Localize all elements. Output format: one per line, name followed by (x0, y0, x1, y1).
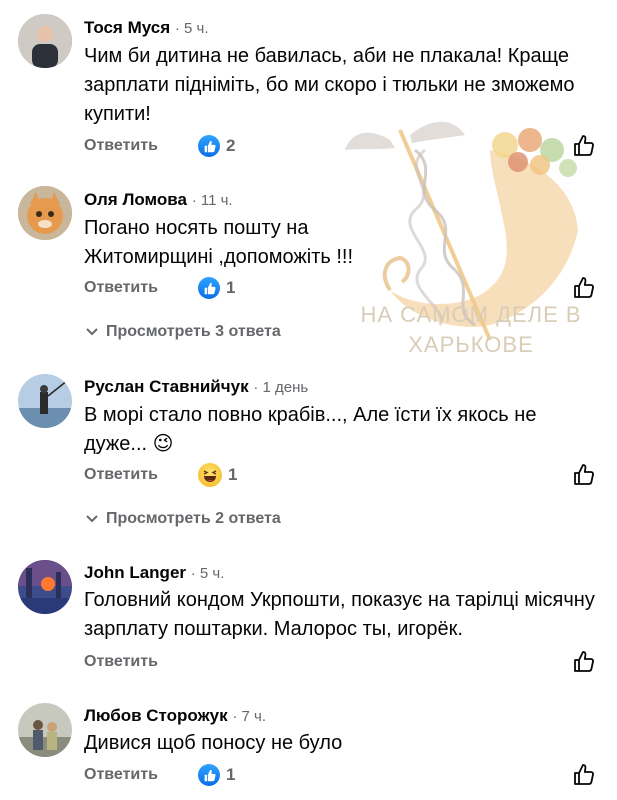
like-reaction-icon (198, 764, 220, 786)
like-button-icon[interactable] (572, 650, 596, 674)
avatar-photo-cat (18, 186, 72, 240)
reply-button[interactable]: Ответить (84, 466, 158, 484)
avatar-photo-painting (18, 560, 72, 614)
avatar[interactable] (18, 560, 72, 614)
reaction-summary[interactable]: 1 (198, 277, 235, 299)
comment-text: Дивися щоб поносу не було (84, 732, 343, 754)
avatar[interactable] (18, 186, 72, 240)
separator: · (253, 379, 259, 396)
avatar-photo-fisherman (18, 374, 72, 428)
reply-button[interactable]: Ответить (84, 766, 158, 784)
comment-text: Погано носять пошту на Житомирщині ,допо… (84, 217, 353, 268)
reaction-count: 1 (226, 278, 236, 297)
author-name[interactable]: Руслан Ставнийчук (84, 377, 249, 396)
reaction-summary[interactable]: 1 (198, 764, 235, 786)
reply-button[interactable]: Ответить (84, 279, 158, 297)
avatar[interactable] (18, 14, 72, 68)
view-replies-link[interactable]: Просмотреть 3 ответа (86, 323, 281, 341)
reply-button[interactable]: Ответить (84, 137, 158, 155)
like-reaction-icon (198, 135, 220, 157)
like-button-icon[interactable] (572, 463, 596, 487)
like-button-icon[interactable] (572, 276, 596, 300)
avatar-photo (18, 14, 72, 68)
separator: · (191, 192, 197, 209)
comment-time[interactable]: 1 день (263, 379, 309, 396)
reply-button[interactable]: Ответить (84, 653, 158, 671)
separator: · (190, 565, 196, 582)
reaction-summary[interactable]: 1 (198, 463, 237, 487)
author-name[interactable]: Любов Сторожук (84, 706, 228, 725)
author-name[interactable]: Оля Ломова (84, 190, 187, 209)
comment-time[interactable]: 11 ч. (201, 192, 233, 209)
like-reaction-icon (198, 277, 220, 299)
avatar-photo-people (18, 703, 72, 757)
view-replies-label: Просмотреть 2 ответа (106, 510, 281, 527)
comment-text: В морі стало повно крабів..., Але їсти ї… (84, 404, 537, 455)
reaction-count: 2 (226, 136, 236, 155)
like-button-icon[interactable] (572, 763, 596, 787)
reaction-summary[interactable]: 2 (198, 135, 235, 157)
view-replies-link[interactable]: Просмотреть 2 ответа (86, 510, 281, 528)
comment-time[interactable]: 5 ч. (184, 20, 209, 37)
reaction-count: 1 (226, 765, 236, 784)
reaction-count: 1 (228, 465, 238, 484)
separator: · (232, 708, 238, 725)
chevron-down-icon (86, 510, 98, 528)
avatar[interactable] (18, 703, 72, 757)
haha-reaction-icon (198, 463, 222, 487)
separator: · (174, 20, 180, 37)
comment-time[interactable]: 7 ч. (242, 708, 267, 725)
comment-time[interactable]: 5 ч. (200, 565, 225, 582)
watermark-text-line1: НА САМОМ ДЕЛЕ В (360, 302, 582, 327)
view-replies-label: Просмотреть 3 ответа (106, 323, 281, 340)
like-button-icon[interactable] (572, 134, 596, 158)
comment-text: Головний кондом Укрпошти, показує на тар… (84, 589, 595, 640)
chevron-down-icon (86, 323, 98, 341)
avatar[interactable] (18, 374, 72, 428)
watermark-text-line2: ХАРЬКОВЕ (408, 332, 534, 357)
author-name[interactable]: Тося Муся (84, 18, 170, 37)
comment-text: Чим би дитина не бавилась, аби не плакал… (84, 45, 575, 125)
author-name[interactable]: John Langer (84, 563, 186, 582)
